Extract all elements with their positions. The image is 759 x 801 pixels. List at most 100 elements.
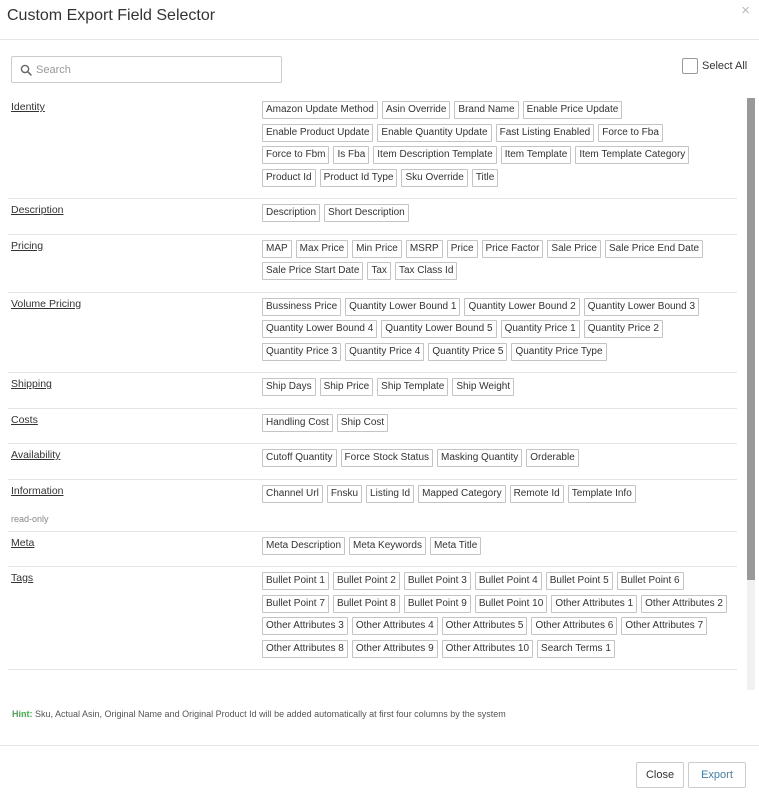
field-chip[interactable]: Price Factor <box>481 239 544 258</box>
field-chip[interactable]: Quantity Lower Bound 2 <box>464 297 580 316</box>
search-input[interactable] <box>36 61 276 79</box>
field-chip[interactable]: Other Attributes 10 <box>441 639 534 658</box>
field-chip[interactable]: Force to Fbm <box>262 146 330 164</box>
field-chip[interactable]: Quantity Lower Bound 4 <box>262 320 378 338</box>
field-chip[interactable]: Remote Id <box>509 484 564 503</box>
field-chip[interactable]: Tax <box>367 262 391 280</box>
field-list-scroll-area[interactable]: Identity Amazon Update Method Asin Overrid… <box>0 96 759 692</box>
field-chip[interactable]: Item Template Category <box>575 146 690 164</box>
field-chip[interactable]: Short Description <box>324 204 409 222</box>
field-chip[interactable]: Quantity Price 1 <box>500 320 580 338</box>
field-chip[interactable]: Bullet Point 10 <box>474 594 548 613</box>
field-chip[interactable]: Other Attributes 1 <box>551 594 638 613</box>
field-chip[interactable]: Other Attributes 4 <box>351 617 438 635</box>
close-button[interactable]: Close <box>636 762 684 788</box>
section-label[interactable]: Identity <box>11 101 45 113</box>
field-chip[interactable]: Title <box>471 168 499 187</box>
select-all-checkbox[interactable] <box>682 58 698 74</box>
field-chip[interactable]: Quantity Price 2 <box>583 320 663 338</box>
section-label[interactable]: Volume Pricing <box>11 298 81 310</box>
scrollbar-thumb[interactable] <box>747 98 755 580</box>
field-chip[interactable]: Other Attributes 2 <box>641 594 727 613</box>
field-chip[interactable]: Asin Override <box>381 101 451 119</box>
field-chip[interactable]: Price <box>446 239 478 258</box>
field-chip[interactable]: Product Id <box>262 168 316 187</box>
field-chip[interactable]: Other Attributes 3 <box>262 617 348 635</box>
field-chip[interactable]: Max Price <box>295 239 349 258</box>
field-chip[interactable]: Bullet Point 6 <box>616 572 684 590</box>
field-chip[interactable]: Bullet Point 2 <box>332 572 400 590</box>
section-label[interactable]: Availability <box>11 449 60 461</box>
field-chip[interactable]: Item Description Template <box>373 146 497 164</box>
field-chip[interactable]: Other Attributes 6 <box>531 617 618 635</box>
field-chip[interactable]: Cutoff Quantity <box>262 449 337 467</box>
section-label[interactable]: Pricing <box>11 240 43 252</box>
export-button[interactable]: Export <box>688 762 746 788</box>
close-icon[interactable]: × <box>741 3 750 19</box>
field-chip[interactable]: Brand Name <box>454 101 519 119</box>
field-chip[interactable]: Listing Id <box>366 484 415 503</box>
field-chip[interactable]: Quantity Price 5 <box>428 342 508 361</box>
field-chip[interactable]: Fnsku <box>326 484 363 503</box>
field-chip[interactable]: Enable Price Update <box>522 101 623 119</box>
field-chip[interactable]: MAP <box>262 239 292 258</box>
field-chip[interactable]: Quantity Lower Bound 5 <box>381 320 497 338</box>
field-chip[interactable]: Other Attributes 5 <box>441 617 528 635</box>
field-chip[interactable]: Ship Cost <box>336 413 389 432</box>
field-chip[interactable]: Item Template <box>500 146 572 164</box>
section-label[interactable]: Meta <box>11 537 34 549</box>
section-label[interactable]: Shipping <box>11 378 52 390</box>
field-chip[interactable]: Ship Template <box>377 378 449 396</box>
field-chip[interactable]: Ship Weight <box>452 378 515 396</box>
section-label[interactable]: Information <box>11 485 64 497</box>
field-chip[interactable]: Bullet Point 7 <box>262 594 329 613</box>
field-chip[interactable]: Mapped Category <box>418 484 506 503</box>
field-chip[interactable]: Force to Fba <box>598 123 663 142</box>
field-chip[interactable]: Ship Days <box>262 378 316 396</box>
field-chip[interactable]: Description <box>262 204 321 222</box>
field-chip[interactable]: Bullet Point 4 <box>474 572 542 590</box>
field-chip[interactable]: Enable Product Update <box>262 123 374 142</box>
field-chip[interactable]: Enable Quantity Update <box>377 123 492 142</box>
field-chip[interactable]: Meta Description <box>262 536 346 555</box>
field-chip[interactable]: Meta Title <box>429 536 482 555</box>
field-chip[interactable]: Ship Price <box>319 378 374 396</box>
section-label[interactable]: Tags <box>11 572 33 584</box>
section-label[interactable]: Costs <box>11 414 38 426</box>
field-chip[interactable]: Meta Keywords <box>349 536 426 555</box>
search-box[interactable] <box>11 56 282 83</box>
field-chip[interactable]: Bussiness Price <box>262 297 342 316</box>
field-chip[interactable]: Other Attributes 9 <box>351 639 438 658</box>
field-chip[interactable]: Other Attributes 8 <box>262 639 348 658</box>
field-chip[interactable]: Quantity Price 3 <box>262 342 342 361</box>
field-chip[interactable]: Bullet Point 1 <box>262 572 329 590</box>
field-chip[interactable]: Quantity Lower Bound 3 <box>583 297 700 316</box>
field-chip[interactable]: Sale Price End Date <box>605 239 704 258</box>
field-chip[interactable]: Force Stock Status <box>340 449 434 467</box>
field-chip[interactable]: Quantity Lower Bound 1 <box>345 297 461 316</box>
field-chip[interactable]: Channel Url <box>262 484 323 503</box>
field-chip[interactable]: Orderable <box>526 449 579 467</box>
field-chip[interactable]: Quantity Price 4 <box>345 342 425 361</box>
field-chip[interactable]: MSRP <box>405 239 443 258</box>
field-chip[interactable]: Other Attributes 7 <box>621 617 708 635</box>
field-chip[interactable]: Tax Class Id <box>394 262 458 280</box>
field-chip[interactable]: Fast Listing Enabled <box>495 123 595 142</box>
field-chip[interactable]: Bullet Point 8 <box>332 594 400 613</box>
field-chip[interactable]: Bullet Point 3 <box>403 572 471 590</box>
field-chip[interactable]: Sale Price Start Date <box>262 262 364 280</box>
field-chip[interactable]: Bullet Point 5 <box>545 572 613 590</box>
field-chip[interactable]: Bullet Point 9 <box>403 594 471 613</box>
field-chip[interactable]: Is Fba <box>333 146 370 164</box>
field-chip[interactable]: Search Terms 1 <box>537 639 615 658</box>
section-label[interactable]: Description <box>11 204 64 216</box>
field-chip[interactable]: Min Price <box>352 239 402 258</box>
field-chip[interactable]: Sale Price <box>547 239 601 258</box>
field-chip[interactable]: Sku Override <box>401 168 468 187</box>
field-chip[interactable]: Template Info <box>567 484 636 503</box>
field-chip[interactable]: Quantity Price Type <box>511 342 607 361</box>
field-chip[interactable]: Product Id Type <box>319 168 398 187</box>
field-chip[interactable]: Handling Cost <box>262 413 333 432</box>
vertical-scrollbar[interactable] <box>747 98 755 690</box>
field-chip[interactable]: Amazon Update Method <box>262 101 378 119</box>
